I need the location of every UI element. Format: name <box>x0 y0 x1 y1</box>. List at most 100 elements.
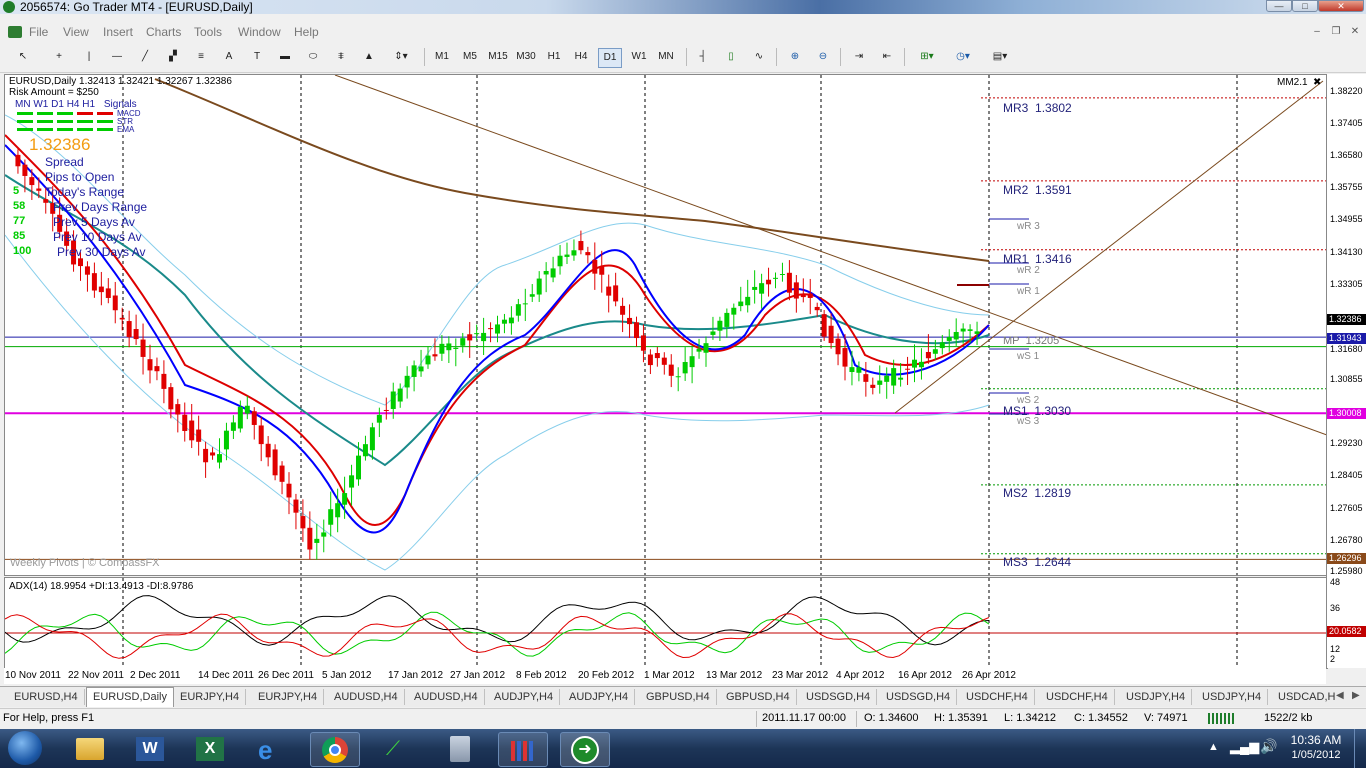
tab-audjpy-h4-2[interactable]: AUDJPY,H4 <box>563 689 636 705</box>
start-button-icon[interactable] <box>8 731 42 765</box>
menu-charts[interactable]: Charts <box>146 25 181 39</box>
gotrader-taskbar-icon[interactable]: ➜ <box>560 732 610 767</box>
timeframe-h4[interactable]: H4 <box>571 48 591 66</box>
triangle-icon[interactable]: ▲ <box>360 48 378 66</box>
menu-window[interactable]: Window <box>238 25 281 39</box>
mdi-restore-button[interactable]: ❐ <box>1329 26 1343 38</box>
calculator-taskbar-icon[interactable] <box>436 732 484 765</box>
maximize-button[interactable]: □ <box>1292 0 1318 12</box>
templates-icon[interactable]: ▤▾ <box>986 48 1014 66</box>
status-bar: For Help, press F1 2011.11.17 00:00 O: 1… <box>0 708 1366 729</box>
mdi-minimize-button[interactable]: – <box>1310 26 1324 38</box>
tab-usdchf-h4-2[interactable]: USDCHF,H4 <box>1040 689 1115 705</box>
cursor-tool-icon[interactable]: ↖ <box>14 48 32 66</box>
candle-body <box>877 380 883 385</box>
tab-gbpusd-h4[interactable]: GBPUSD,H4 <box>640 689 717 705</box>
timeframe-m30[interactable]: M30 <box>514 48 538 66</box>
timeframe-m15[interactable]: M15 <box>486 48 510 66</box>
charts-taskbar-icon[interactable] <box>498 732 548 767</box>
timeframe-m5[interactable]: M5 <box>460 48 480 66</box>
auto-scroll-icon[interactable]: ⇥ <box>850 48 868 66</box>
menu-file[interactable]: File <box>29 25 48 39</box>
minimize-button[interactable]: — <box>1266 0 1292 12</box>
line-chart-icon[interactable]: ∿ <box>750 48 768 66</box>
menu-tools[interactable]: Tools <box>194 25 222 39</box>
clock-time[interactable]: 10:36 AM <box>1290 733 1342 747</box>
fib-fan-icon[interactable]: ⩨ <box>332 48 350 66</box>
tab-eurusd-h4[interactable]: EURUSD,H4 <box>8 689 85 705</box>
price-axis[interactable]: 1.38220 1.37405 1.36580 1.35755 1.34955 … <box>1326 74 1366 668</box>
menu-help[interactable]: Help <box>294 25 319 39</box>
channel-icon[interactable]: ▞ <box>164 48 182 66</box>
candle-body <box>710 331 716 335</box>
periods-icon[interactable]: ◷▾ <box>950 48 976 66</box>
tab-gbpusd-h4-2[interactable]: GBPUSD,H4 <box>720 689 797 705</box>
timeframe-w1[interactable]: W1 <box>628 48 650 66</box>
tab-audusd-h4[interactable]: AUDUSD,H4 <box>328 689 405 705</box>
rectangle-icon[interactable]: ▬ <box>276 48 294 66</box>
fibonacci-icon[interactable]: ≡ <box>192 48 210 66</box>
indicators-icon[interactable]: ⊞▾ <box>914 48 940 66</box>
candle-body <box>918 361 924 368</box>
tab-usdsgd-h4[interactable]: USDSGD,H4 <box>800 689 878 705</box>
tab-audusd-h4-2[interactable]: AUDUSD,H4 <box>408 689 485 705</box>
volume-icon[interactable]: 🔊 <box>1260 738 1277 755</box>
candle-body <box>620 305 626 315</box>
bar-chart-icon[interactable]: ┤ <box>694 48 712 66</box>
show-desktop-button[interactable] <box>1354 729 1366 768</box>
tab-usdjpy-h4[interactable]: USDJPY,H4 <box>1120 689 1193 705</box>
tab-eurjpy-h4[interactable]: EURJPY,H4 <box>174 689 247 705</box>
crosshair-tool-icon[interactable]: + <box>50 48 68 66</box>
tab-scroll-right-icon[interactable]: ▶ <box>1352 690 1360 701</box>
mdi-close-button[interactable]: ✕ <box>1348 26 1362 38</box>
arrows-dropdown-icon[interactable]: ⇕▾ <box>388 48 414 66</box>
menu-view[interactable]: View <box>63 25 89 39</box>
timeframe-mn[interactable]: MN <box>654 48 678 66</box>
tab-usdcad-h[interactable]: USDCAD,H <box>1272 689 1341 705</box>
metatrader-taskbar-icon[interactable]: ⟋ <box>372 732 420 765</box>
ellipse-icon[interactable]: ⬭ <box>304 48 322 66</box>
timeframe-h1[interactable]: H1 <box>544 48 564 66</box>
zoom-out-icon[interactable]: ⊖ <box>814 48 832 66</box>
candlestick-icon[interactable]: ▯ <box>722 48 740 66</box>
adx-indicator-panel[interactable]: ADX(14) 18.9954 +DI:13.4913 -DI:8.9786 <box>4 577 1328 669</box>
excel-taskbar-icon[interactable]: X <box>186 732 234 765</box>
close-button[interactable]: ✕ <box>1318 0 1364 12</box>
tab-usdchf-h4[interactable]: USDCHF,H4 <box>960 689 1035 705</box>
close-indicator-icon[interactable]: ✖ <box>1313 77 1321 88</box>
ie-taskbar-icon[interactable]: e <box>248 732 296 765</box>
price-chart[interactable]: EURUSD,Daily 1.32413 1.32421 1.32267 1.3… <box>4 74 1328 576</box>
chart-shift-icon[interactable]: ⇤ <box>878 48 896 66</box>
horizontal-line-icon[interactable]: — <box>108 48 126 66</box>
zoom-in-icon[interactable]: ⊕ <box>786 48 804 66</box>
menu-insert[interactable]: Insert <box>103 25 133 39</box>
timeframe-m1[interactable]: M1 <box>432 48 452 66</box>
text-label-icon[interactable]: T <box>248 48 266 66</box>
candle-body <box>814 306 820 311</box>
date-tick: 14 Dec 2011 <box>198 670 254 681</box>
connection-status-icon[interactable] <box>1208 713 1234 724</box>
chrome-taskbar-icon[interactable] <box>310 732 360 767</box>
candle-body <box>126 321 132 338</box>
trendline-icon[interactable]: ╱ <box>136 48 154 66</box>
word-taskbar-icon[interactable]: W <box>126 732 174 765</box>
candle-body <box>786 272 792 293</box>
show-hidden-icons-icon[interactable]: ▲ <box>1208 741 1219 753</box>
tab-scroll-left-icon[interactable]: ◀ <box>1336 690 1344 701</box>
tab-usdsgd-h4-2[interactable]: USDSGD,H4 <box>880 689 958 705</box>
tab-eurjpy-h4-2[interactable]: EURJPY,H4 <box>252 689 325 705</box>
timeframe-d1[interactable]: D1 <box>598 48 622 68</box>
signal-cell <box>57 112 73 115</box>
text-tool-icon[interactable]: A <box>220 48 238 66</box>
candle-body <box>571 250 577 256</box>
candle-body <box>98 286 104 293</box>
tab-eurusd-daily[interactable]: EURUSD,Daily <box>86 687 174 707</box>
explorer-taskbar-icon[interactable] <box>66 732 114 765</box>
info-value: 58 <box>13 200 26 212</box>
clock-date[interactable]: 1/05/2012 <box>1286 749 1346 761</box>
tab-audjpy-h4[interactable]: AUDJPY,H4 <box>488 689 561 705</box>
vertical-line-icon[interactable]: | <box>80 48 98 66</box>
network-icon[interactable]: ▂▄▆ <box>1230 739 1259 755</box>
date-tick: 17 Jan 2012 <box>388 670 444 681</box>
tab-usdjpy-h4-2[interactable]: USDJPY,H4 <box>1196 689 1269 705</box>
